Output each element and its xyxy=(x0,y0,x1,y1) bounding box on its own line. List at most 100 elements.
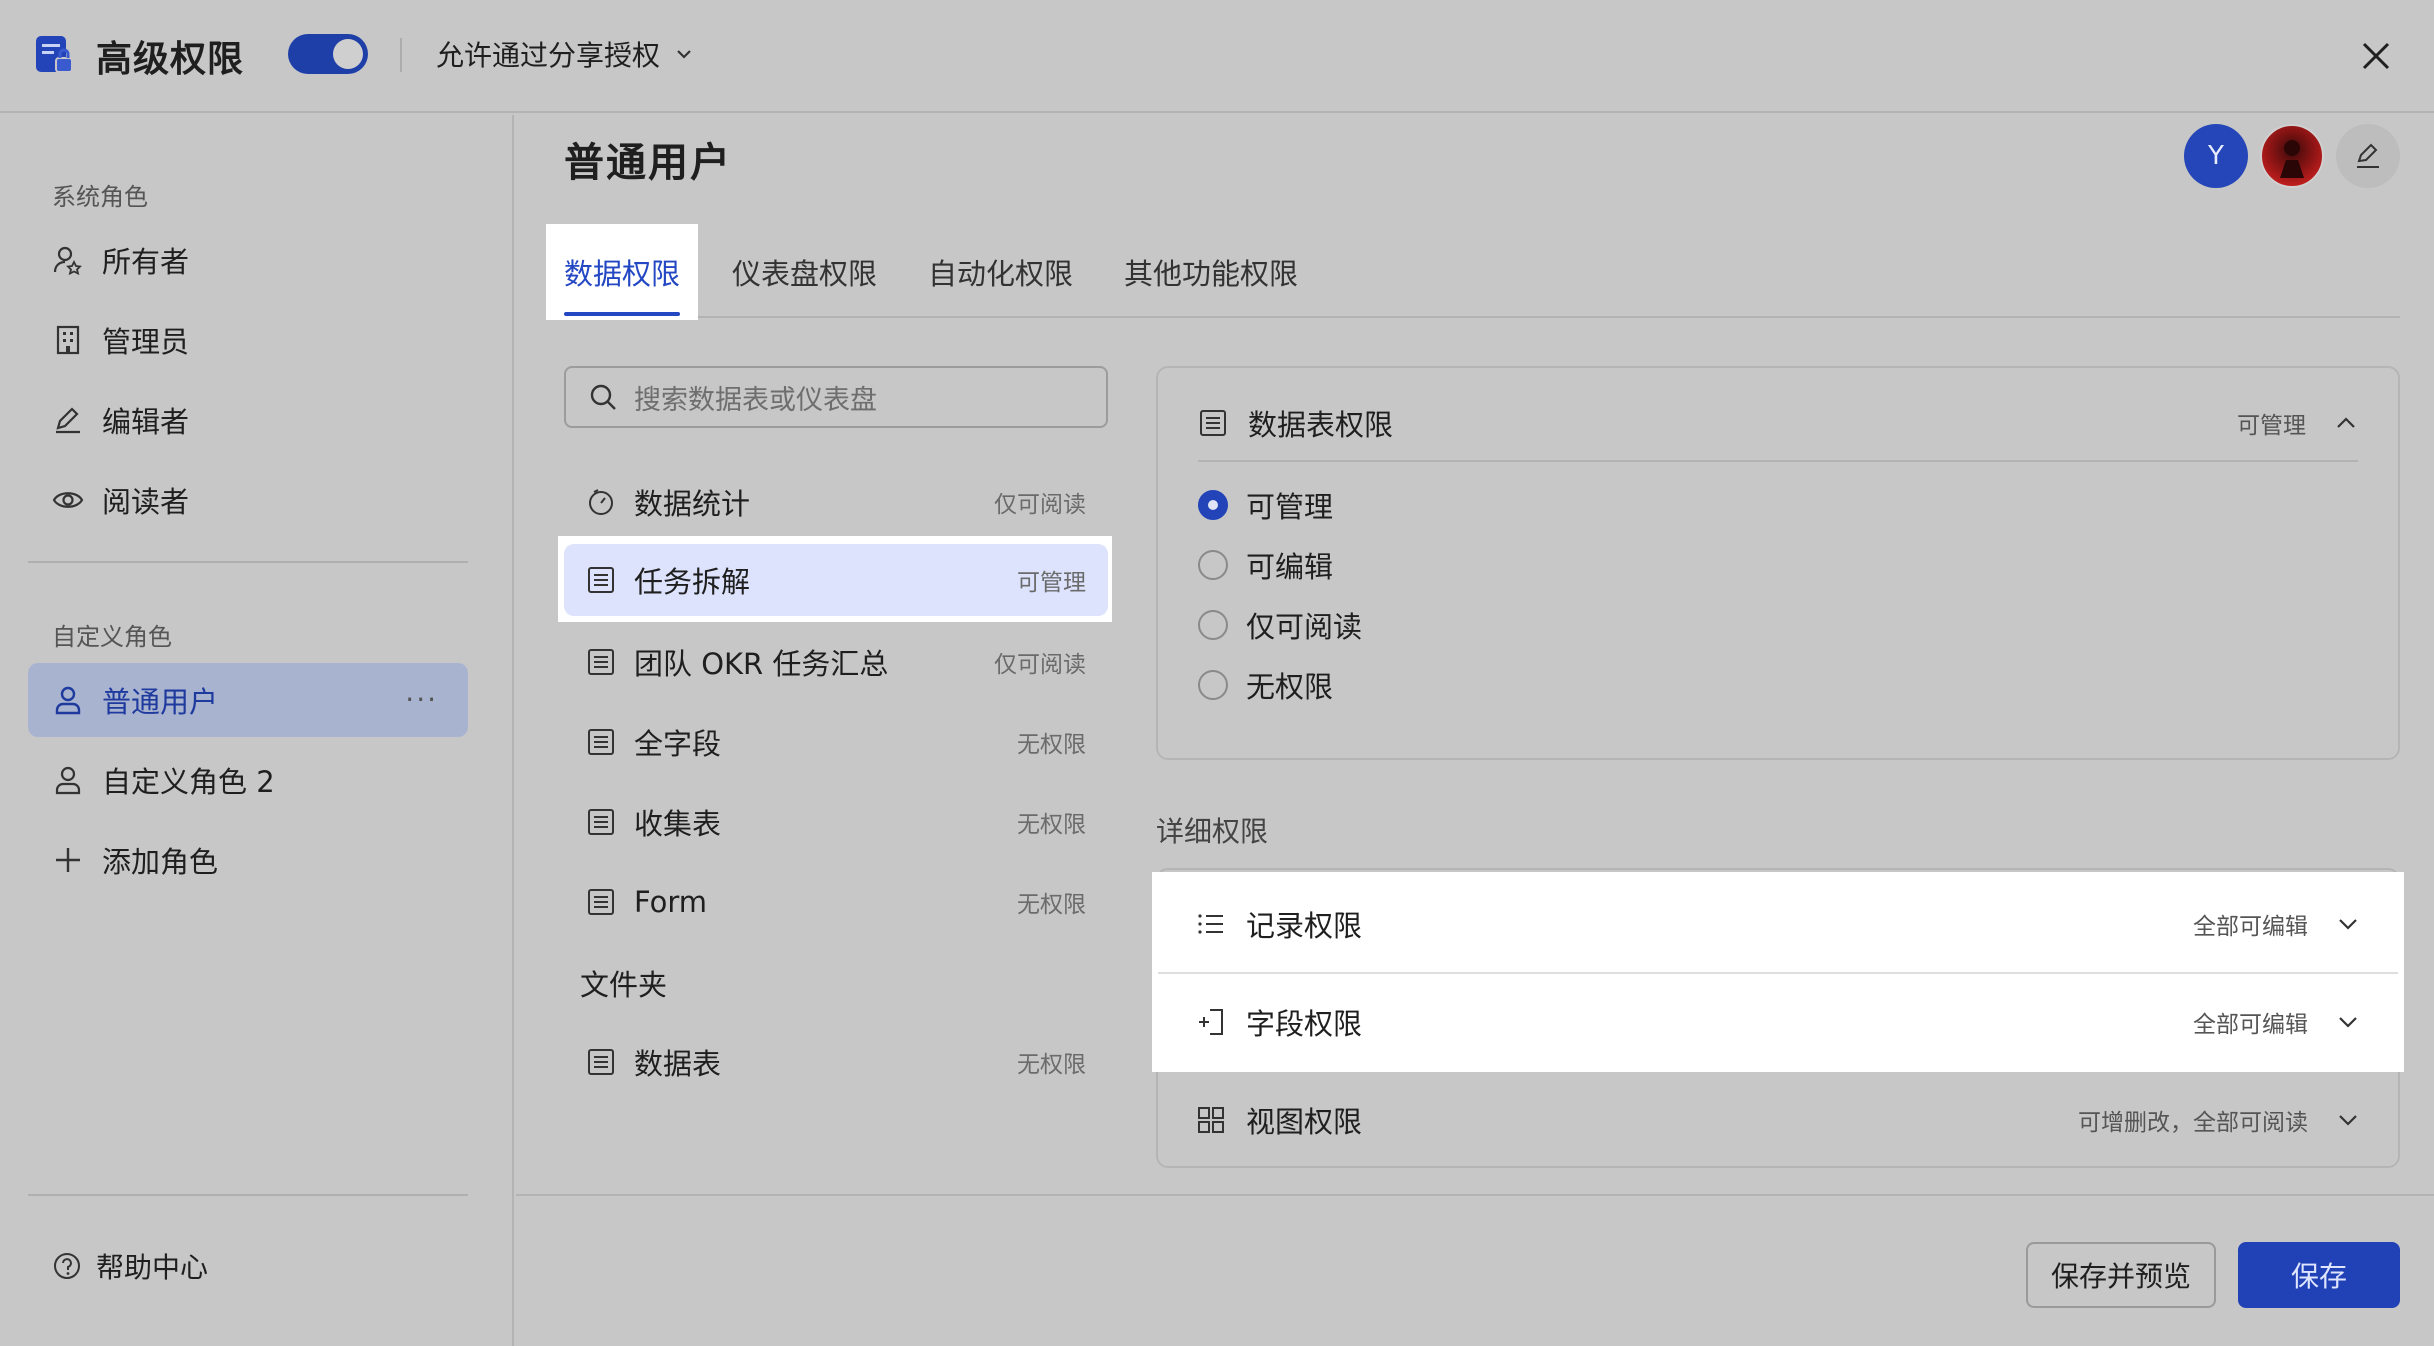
detail-permission-heading: 详细权限 xyxy=(1156,815,1269,848)
radio[interactable] xyxy=(1198,610,1228,640)
table-permission: 仅可阅读 xyxy=(994,492,1086,518)
tab-dashboard-permission[interactable]: 仪表盘权限 xyxy=(732,226,877,318)
table-name: 收集表 xyxy=(634,807,722,841)
radio[interactable] xyxy=(1198,550,1228,580)
add-role-button[interactable]: 添加角色 xyxy=(28,823,468,897)
list-item[interactable]: 收集表 无权限 xyxy=(564,786,1108,858)
sidebar-item-label: 所有者 xyxy=(102,245,190,279)
search-icon xyxy=(588,382,618,412)
user-icon xyxy=(52,764,84,796)
add-role-label: 添加角色 xyxy=(102,845,219,879)
help-icon xyxy=(52,1251,82,1281)
table-icon xyxy=(586,807,616,837)
system-roles-heading: 系统角色 xyxy=(52,183,148,211)
share-select-value: 允许通过分享授权 xyxy=(436,39,661,72)
sidebar-item-label: 编辑者 xyxy=(102,405,190,439)
chevron-down-icon xyxy=(2336,1108,2360,1132)
table-permission: 无权限 xyxy=(1017,732,1086,758)
chevron-up-icon xyxy=(2334,411,2358,435)
sidebar-item-label: 普通用户 xyxy=(102,685,219,719)
plus-icon xyxy=(52,844,84,876)
tab-automation-permission[interactable]: 自动化权限 xyxy=(928,226,1073,318)
dashboard-icon xyxy=(586,487,616,517)
radio[interactable] xyxy=(1198,670,1228,700)
table-icon xyxy=(586,887,616,917)
table-name: 数据表 xyxy=(634,1047,722,1081)
tab-label: 数据权限 xyxy=(563,257,680,291)
table-name: 数据统计 xyxy=(634,487,751,521)
table-permission-value: 可管理 xyxy=(2237,413,2306,439)
chevron-down-icon xyxy=(674,44,694,64)
list-item-selected[interactable]: 任务拆解 可管理 xyxy=(564,544,1108,616)
avatar[interactable]: Y xyxy=(2184,124,2248,188)
view-permission-row[interactable]: 视图权限 可增删改，全部可阅读 xyxy=(1156,1072,2400,1168)
table-permission-card: 数据表权限 可管理 可管理 可编辑 仅可阅读 无权限 xyxy=(1156,366,2400,760)
edit-members-button[interactable] xyxy=(2336,124,2400,188)
sidebar-item-editor[interactable]: 编辑者 xyxy=(28,383,468,457)
table-name: 全字段 xyxy=(634,727,722,761)
tab-data-permission[interactable]: 数据权限 xyxy=(546,224,698,320)
save-and-preview-button[interactable]: 保存并预览 xyxy=(2026,1242,2216,1308)
avatar-photo[interactable] xyxy=(2260,124,2324,188)
table-icon xyxy=(1198,408,1228,438)
sidebar: 系统角色 所有者 管理员 编辑者 阅读者 自定义角色 普通用户 ··· 自定义角… xyxy=(0,115,514,1346)
radio-selected[interactable] xyxy=(1198,490,1228,520)
sidebar-item-label: 阅读者 xyxy=(102,485,190,519)
close-icon[interactable] xyxy=(2354,34,2398,78)
share-authorization-select[interactable]: 允许通过分享授权 xyxy=(436,34,694,74)
sidebar-item-label: 自定义角色 2 xyxy=(102,765,275,799)
option-label: 可编辑 xyxy=(1246,550,1334,584)
tab-other-permission[interactable]: 其他功能权限 xyxy=(1124,226,1298,318)
eye-icon xyxy=(52,484,84,516)
field-icon xyxy=(1196,1007,1226,1037)
tab-label: 仪表盘权限 xyxy=(732,257,878,291)
help-center-link[interactable]: 帮助中心 xyxy=(52,1246,208,1286)
sidebar-item-reader[interactable]: 阅读者 xyxy=(28,463,468,537)
table-icon xyxy=(586,647,616,677)
advanced-permission-icon xyxy=(34,34,74,76)
sidebar-item-label: 管理员 xyxy=(102,325,190,359)
field-permission-row[interactable]: 字段权限 全部可编辑 xyxy=(1156,974,2400,1070)
sidebar-item-owner[interactable]: 所有者 xyxy=(28,223,468,297)
tab-label: 其他功能权限 xyxy=(1124,257,1299,291)
option-label: 可管理 xyxy=(1246,490,1334,524)
search-input[interactable]: 搜索数据表或仪表盘 xyxy=(564,366,1108,428)
record-permission-row[interactable]: 记录权限 全部可编辑 xyxy=(1156,876,2400,972)
user-star-icon xyxy=(52,244,84,276)
table-permission: 仅可阅读 xyxy=(994,652,1086,678)
detail-label: 记录权限 xyxy=(1246,909,1363,943)
search-placeholder: 搜索数据表或仪表盘 xyxy=(634,384,877,416)
advanced-permission-toggle[interactable] xyxy=(288,34,368,74)
detail-value: 全部可编辑 xyxy=(2193,1012,2308,1038)
folder-label[interactable]: 文件夹 xyxy=(580,962,667,1004)
table-permission: 无权限 xyxy=(1017,812,1086,838)
list-item[interactable]: 数据统计 仅可阅读 xyxy=(564,466,1108,538)
list-item[interactable]: 全字段 无权限 xyxy=(564,706,1108,778)
grid-icon xyxy=(1196,1105,1226,1135)
table-permission-header[interactable]: 数据表权限 可管理 xyxy=(1198,398,2358,448)
list-item[interactable]: 数据表 无权限 xyxy=(564,1026,1108,1098)
active-tab-indicator xyxy=(564,312,680,316)
option-manage[interactable]: 可管理 xyxy=(1198,484,1333,526)
chevron-down-icon xyxy=(2336,912,2360,936)
sidebar-item-normal-user[interactable]: 普通用户 ··· xyxy=(28,663,468,737)
more-options-icon[interactable]: ··· xyxy=(405,683,438,716)
save-button[interactable]: 保存 xyxy=(2238,1242,2400,1308)
table-permission: 无权限 xyxy=(1017,892,1086,918)
list-item[interactable]: 团队 OKR 任务汇总 仅可阅读 xyxy=(564,626,1108,698)
chevron-down-icon xyxy=(2336,1010,2360,1034)
table-permission: 无权限 xyxy=(1017,1052,1086,1078)
table-icon xyxy=(586,1047,616,1077)
option-no-permission[interactable]: 无权限 xyxy=(1198,664,1333,706)
sidebar-item-admin[interactable]: 管理员 xyxy=(28,303,468,377)
detail-value: 可增删改，全部可阅读 xyxy=(2078,1110,2308,1136)
list-icon xyxy=(1196,909,1226,939)
list-item[interactable]: Form 无权限 xyxy=(564,866,1108,938)
card-divider xyxy=(1198,460,2358,462)
sidebar-item-custom-role-2[interactable]: 自定义角色 2 xyxy=(28,743,468,817)
tab-label: 自动化权限 xyxy=(928,257,1074,291)
option-read-only[interactable]: 仅可阅读 xyxy=(1198,604,1362,646)
sidebar-footer-divider xyxy=(28,1194,468,1196)
building-icon xyxy=(52,324,84,356)
option-edit[interactable]: 可编辑 xyxy=(1198,544,1333,586)
